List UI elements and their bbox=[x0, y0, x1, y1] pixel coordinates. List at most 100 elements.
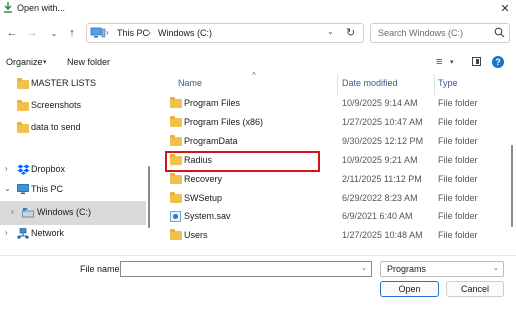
file-type: File folder bbox=[438, 98, 478, 108]
file-date: 6/9/2021 6:40 AM bbox=[342, 211, 413, 221]
organize-caret-icon[interactable]: ▾ bbox=[43, 58, 47, 66]
folder-icon bbox=[17, 78, 29, 89]
file-name-input[interactable] bbox=[120, 261, 372, 277]
column-divider[interactable] bbox=[434, 74, 435, 96]
file-type: File folder bbox=[438, 136, 478, 146]
address-dropdown-icon[interactable]: ⌄ bbox=[327, 27, 334, 36]
table-row[interactable]: Program Files (x86) 1/27/2025 10:47 AM F… bbox=[165, 114, 505, 132]
table-row[interactable]: Recovery 2/11/2025 11:12 PM File folder bbox=[165, 171, 505, 189]
cancel-button[interactable]: Cancel bbox=[446, 281, 504, 297]
window-title: Open with... bbox=[17, 3, 66, 13]
file-name-dropdown-icon[interactable]: ⌄ bbox=[361, 264, 367, 272]
title-bar bbox=[0, 0, 516, 18]
breadcrumb-separator[interactable]: › bbox=[106, 28, 109, 37]
sidebar-item-label: MASTER LISTS bbox=[31, 78, 97, 88]
computer-icon bbox=[17, 184, 29, 194]
folder-icon bbox=[170, 192, 182, 203]
file-date: 2/11/2025 11:12 PM bbox=[342, 174, 422, 184]
column-divider[interactable] bbox=[337, 74, 338, 96]
breadcrumb-windows-c[interactable]: Windows (C:) bbox=[158, 28, 212, 38]
file-date: 10/9/2025 9:21 AM bbox=[342, 155, 418, 165]
sidebar-item-data-to-send[interactable]: data to send bbox=[0, 119, 146, 137]
folder-icon bbox=[170, 116, 182, 127]
system-folder-icon bbox=[170, 211, 181, 222]
sidebar-item-network[interactable]: › Network bbox=[0, 225, 146, 243]
sidebar-item-label: Dropbox bbox=[31, 164, 66, 174]
sidebar-item-this-pc[interactable]: ⌄ This PC bbox=[0, 181, 146, 199]
help-icon[interactable]: ? bbox=[492, 56, 504, 68]
table-row[interactable]: System.sav 6/9/2021 6:40 AM File folder bbox=[165, 208, 505, 226]
file-name: System.sav bbox=[184, 211, 231, 221]
file-name: Users bbox=[184, 230, 208, 240]
file-type: File folder bbox=[438, 174, 478, 184]
column-header-type[interactable]: Type bbox=[438, 78, 458, 88]
chevron-down-icon[interactable]: ⌄ bbox=[4, 184, 11, 193]
folder-icon bbox=[17, 100, 29, 111]
forward-button[interactable]: → bbox=[24, 25, 40, 41]
refresh-button[interactable]: ↻ bbox=[346, 26, 355, 39]
file-name: Recovery bbox=[184, 174, 223, 184]
file-date: 9/30/2025 12:12 PM bbox=[342, 136, 424, 146]
arrow-up-icon: ↑ bbox=[69, 27, 75, 39]
new-folder-button[interactable]: New folder bbox=[67, 57, 110, 67]
table-row[interactable]: ProgramData 9/30/2025 12:12 PM File fold… bbox=[165, 133, 505, 151]
network-icon bbox=[17, 228, 29, 239]
sidebar-item-label: data to send bbox=[31, 122, 81, 132]
chevron-right-icon[interactable]: › bbox=[5, 228, 8, 237]
column-header-name[interactable]: Name bbox=[178, 78, 202, 88]
file-type: File folder bbox=[438, 230, 478, 240]
breadcrumb-this-pc[interactable]: This PC bbox=[117, 28, 149, 38]
search-placeholder[interactable]: Search Windows (C:) bbox=[378, 28, 463, 38]
open-button[interactable]: Open bbox=[380, 281, 439, 297]
sidebar-item-label: Network bbox=[31, 228, 65, 238]
this-pc-icon bbox=[90, 27, 106, 38]
dropbox-icon bbox=[17, 164, 30, 175]
file-name: SWSetup bbox=[184, 193, 223, 203]
file-date: 1/27/2025 10:47 AM bbox=[342, 117, 423, 127]
sidebar-item-windows-c[interactable]: › Windows (C:) bbox=[0, 204, 146, 222]
list-view-icon: ≡ bbox=[436, 56, 443, 68]
file-type-dropdown-icon[interactable]: ⌄ bbox=[493, 264, 499, 272]
breadcrumb-separator[interactable]: › bbox=[148, 28, 151, 37]
sidebar-item-dropbox[interactable]: › Dropbox bbox=[0, 161, 146, 179]
file-list-scrollbar[interactable] bbox=[511, 145, 513, 227]
sidebar-scrollbar[interactable] bbox=[148, 166, 150, 228]
folder-icon bbox=[17, 122, 29, 133]
close-button[interactable]: ✕ bbox=[494, 0, 516, 16]
file-type: File folder bbox=[438, 211, 478, 221]
table-row[interactable]: SWSetup 6/29/2022 8:23 AM File folder bbox=[165, 190, 505, 208]
back-button[interactable]: ← bbox=[4, 25, 20, 41]
organize-button[interactable]: Organize bbox=[6, 57, 43, 67]
folder-icon bbox=[170, 173, 182, 184]
chevron-right-icon[interactable]: › bbox=[11, 207, 14, 216]
view-options-button[interactable]: ≡ bbox=[436, 56, 442, 68]
arrow-left-icon: ← bbox=[6, 27, 18, 39]
navigation-pane: MASTER LISTS Screenshots data to send › … bbox=[0, 70, 150, 256]
open-with-icon bbox=[4, 2, 12, 13]
preview-pane-icon[interactable] bbox=[472, 57, 481, 66]
sidebar-item-master-lists[interactable]: MASTER LISTS bbox=[0, 75, 146, 93]
column-header-date[interactable]: Date modified bbox=[342, 78, 398, 88]
recent-locations-button[interactable]: ⌄ bbox=[46, 25, 62, 41]
chevron-right-icon[interactable]: › bbox=[5, 164, 8, 173]
refresh-icon: ↻ bbox=[346, 27, 356, 39]
file-date: 1/27/2025 10:48 AM bbox=[342, 230, 423, 240]
sort-ascending-icon: ^ bbox=[252, 71, 256, 80]
sidebar-item-label: Windows (C:) bbox=[37, 207, 92, 217]
view-caret-icon[interactable]: ▾ bbox=[450, 58, 454, 66]
up-button[interactable]: ↑ bbox=[64, 25, 80, 41]
file-name: Program Files (x86) bbox=[184, 117, 264, 127]
search-icon bbox=[494, 27, 505, 38]
file-type: File folder bbox=[438, 155, 478, 165]
sidebar-item-screenshots[interactable]: Screenshots bbox=[0, 97, 146, 115]
file-type: File folder bbox=[438, 193, 478, 203]
table-row[interactable]: Program Files 10/9/2025 9:14 AM File fol… bbox=[165, 95, 505, 113]
folder-icon bbox=[170, 97, 182, 108]
table-row[interactable]: Users 1/27/2025 10:48 AM File folder bbox=[165, 227, 505, 245]
sidebar-item-label: Screenshots bbox=[31, 100, 82, 110]
arrow-right-icon: → bbox=[26, 27, 38, 39]
drive-icon bbox=[22, 208, 34, 218]
file-date: 6/29/2022 8:23 AM bbox=[342, 193, 418, 203]
file-type-value[interactable]: Programs bbox=[387, 264, 426, 274]
highlight-box bbox=[165, 151, 320, 172]
